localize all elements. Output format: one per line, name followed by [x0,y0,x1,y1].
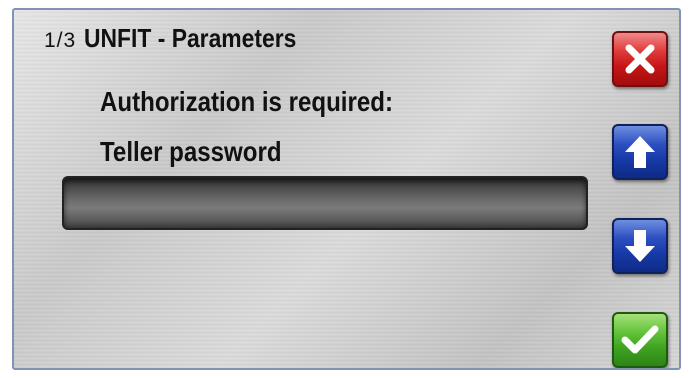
close-button[interactable] [612,31,668,87]
scroll-down-button[interactable] [612,218,668,274]
arrow-up-icon [623,134,657,170]
dialog-title: UNFIT - Parameters [84,23,297,53]
close-icon [623,42,657,76]
authorization-prompt: Authorization is required: [100,86,393,117]
page-indicator: 1/3 [44,29,77,52]
arrow-down-icon [623,228,657,264]
confirm-button[interactable] [612,312,668,368]
checkmark-icon [621,324,659,356]
teller-password-input[interactable] [62,176,588,230]
password-field-label: Teller password [100,136,282,167]
dialog-panel: 1/3 UNFIT - Parameters Authorization is r… [12,8,681,370]
scroll-up-button[interactable] [612,124,668,180]
dialog-header: 1/3 UNFIT - Parameters [44,23,326,54]
